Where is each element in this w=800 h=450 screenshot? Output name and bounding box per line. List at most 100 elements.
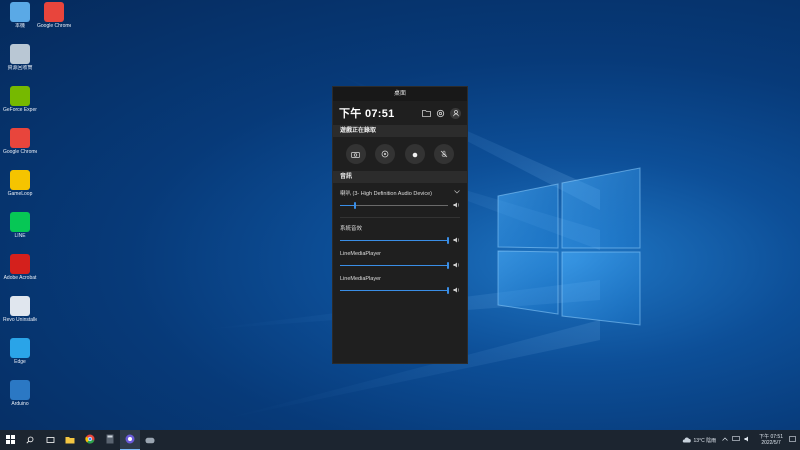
clock-time: 下午 07:51 bbox=[339, 108, 395, 120]
desktop-icon[interactable]: Google Chrome bbox=[3, 128, 37, 155]
start-recording-button[interactable] bbox=[404, 144, 425, 164]
desktop-icon[interactable]: Google Chrome bbox=[37, 2, 71, 29]
record-dot-icon bbox=[412, 145, 418, 163]
capture-header: 遊戲正在錄取 bbox=[333, 125, 467, 137]
line-icon bbox=[10, 212, 30, 232]
slider-thumb[interactable] bbox=[354, 201, 357, 209]
revo-icon bbox=[10, 296, 30, 316]
app-volume-label: 系統音效 bbox=[340, 226, 363, 232]
speaker-icon[interactable] bbox=[452, 262, 460, 268]
desktop-icon[interactable]: 資源回收筒 bbox=[3, 44, 37, 71]
audio-device-name: 喇叭 (3- High Definition Audio Device) bbox=[340, 191, 433, 197]
search-icon bbox=[26, 431, 34, 449]
taskbar-clock[interactable]: 下午 07:51 2022/5/7 bbox=[759, 434, 783, 446]
device-volume-slider[interactable] bbox=[333, 197, 467, 210]
recycle-bin-icon bbox=[10, 44, 30, 64]
acrobat-icon bbox=[10, 254, 30, 274]
calculator-icon bbox=[106, 431, 114, 449]
chrome-icon bbox=[10, 128, 30, 148]
game-taskbar[interactable] bbox=[140, 430, 160, 450]
controller-icon bbox=[145, 431, 155, 449]
desktop-icon[interactable]: Arduino bbox=[3, 380, 37, 407]
volume-icon[interactable] bbox=[744, 436, 751, 444]
chevron-up-icon[interactable] bbox=[722, 437, 728, 443]
app-icon bbox=[125, 431, 135, 449]
slider-thumb[interactable] bbox=[447, 236, 449, 244]
notification-icon[interactable] bbox=[789, 435, 796, 445]
account-icon[interactable] bbox=[450, 107, 461, 119]
chrome-icon bbox=[85, 431, 95, 449]
chrome-icon bbox=[44, 2, 64, 22]
desktop-icon-label: 資源回收筒 bbox=[7, 65, 33, 71]
this-pc-icon bbox=[10, 2, 30, 22]
desktop-icon-label: Adobe Acrobat bbox=[3, 275, 37, 281]
network-icon[interactable] bbox=[732, 436, 740, 444]
system-tray: 13°C 陰雨 下午 07:51 2022/5/7 bbox=[682, 430, 800, 450]
chrome-taskbar[interactable] bbox=[80, 430, 100, 450]
speaker-icon[interactable] bbox=[452, 202, 460, 208]
app-volume-label: LineMediaPlayer bbox=[340, 276, 381, 282]
screenshot-button[interactable] bbox=[345, 144, 366, 164]
app-volume-list: 系統音效 LineMediaPlayer LineMediaPlayer bbox=[333, 218, 467, 295]
clock-row: 下午 07:51 bbox=[333, 101, 467, 125]
taskbar-date: 2022/5/7 bbox=[761, 440, 781, 446]
slider-thumb[interactable] bbox=[447, 286, 449, 294]
record-last-icon bbox=[381, 145, 389, 163]
app-volume-slider[interactable] bbox=[333, 257, 467, 270]
desktop-icon[interactable]: Revo Uninstaller bbox=[3, 296, 37, 323]
desktop-icon[interactable]: Edge bbox=[3, 338, 37, 365]
desktop-icon-label: Arduino bbox=[11, 401, 29, 407]
speaker-icon[interactable] bbox=[452, 287, 460, 293]
windows-logo bbox=[497, 167, 641, 326]
desktop-icon-label: Edge bbox=[14, 359, 26, 365]
slider-thumb[interactable] bbox=[447, 261, 449, 269]
desktop-icon[interactable]: 本機 bbox=[3, 2, 37, 29]
game-bar-panel: 桌面 下午 07:51 遊戲正在錄取 音訊 喇叭 (3- High Defini… bbox=[332, 86, 468, 364]
taskbar: 13°C 陰雨 下午 07:51 2022/5/7 bbox=[0, 430, 800, 450]
weather-icon[interactable] bbox=[682, 436, 691, 445]
windows-icon bbox=[5, 431, 15, 449]
nvidia-icon bbox=[10, 86, 30, 106]
gear-icon[interactable] bbox=[436, 109, 445, 118]
camera-icon bbox=[351, 145, 361, 163]
edge-icon bbox=[10, 338, 30, 358]
speaker-icon[interactable] bbox=[452, 237, 460, 243]
search-button[interactable] bbox=[20, 430, 40, 450]
microphone-toggle-button[interactable] bbox=[434, 144, 455, 164]
calculator-taskbar[interactable] bbox=[100, 430, 120, 450]
desktop-icon-label: 本機 bbox=[14, 23, 25, 29]
task-view-button[interactable] bbox=[40, 430, 60, 450]
desktop-icon[interactable]: GameLoop bbox=[3, 170, 37, 197]
app-volume-slider[interactable] bbox=[333, 282, 467, 295]
desktop-icon[interactable]: Adobe Acrobat bbox=[3, 254, 37, 281]
desktop-icon-label: Google Chrome bbox=[37, 23, 71, 29]
task-view-icon bbox=[46, 431, 55, 449]
desktop-icon-label: GeForce Experience bbox=[3, 107, 37, 113]
app-taskbar-active[interactable] bbox=[120, 430, 140, 450]
start-button[interactable] bbox=[0, 430, 20, 450]
slider-track[interactable] bbox=[340, 286, 449, 294]
audio-header: 音訊 bbox=[333, 171, 467, 183]
file-explorer-taskbar[interactable] bbox=[60, 430, 80, 450]
desktop-icon[interactable]: GeForce Experience bbox=[3, 86, 37, 113]
app-volume-slider[interactable] bbox=[333, 232, 467, 245]
slider-track[interactable] bbox=[340, 236, 449, 244]
record-last-button[interactable] bbox=[375, 144, 396, 164]
slider-track[interactable] bbox=[340, 261, 449, 269]
desktop-icon-label: LINE bbox=[14, 233, 26, 239]
desktop-icon-label: Google Chrome bbox=[3, 149, 37, 155]
desktop-icon-label: Revo Uninstaller bbox=[3, 317, 37, 323]
desktop-icon[interactable]: LINE bbox=[3, 212, 37, 239]
capture-controls bbox=[333, 137, 467, 171]
mic-off-icon bbox=[440, 145, 448, 163]
folder-icon bbox=[65, 431, 75, 449]
panel-title: 桌面 bbox=[333, 87, 467, 101]
app-volume-label: LineMediaPlayer bbox=[340, 251, 381, 257]
chevron-down-icon bbox=[454, 190, 460, 196]
desktop-icon-label: GameLoop bbox=[7, 191, 33, 197]
folder-icon[interactable] bbox=[422, 109, 431, 118]
gameloop-icon bbox=[10, 170, 30, 190]
slider-track[interactable] bbox=[340, 201, 448, 209]
weather-text[interactable]: 13°C 陰雨 bbox=[694, 437, 717, 444]
audio-device-selector[interactable]: 喇叭 (3- High Definition Audio Device) bbox=[333, 183, 467, 197]
